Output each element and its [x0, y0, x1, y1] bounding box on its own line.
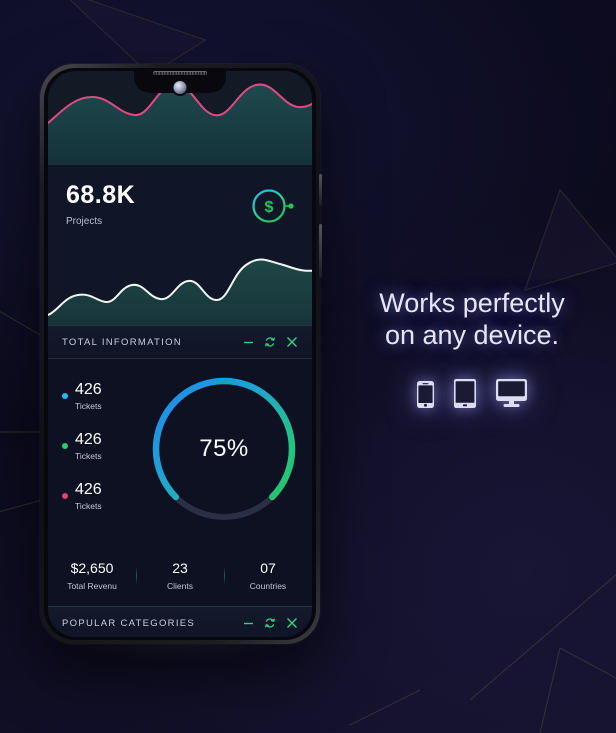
top-trend-chart	[48, 71, 312, 165]
legend-label: Tickets	[75, 401, 102, 411]
panel-controls-total	[243, 336, 298, 348]
stat-value: 07	[260, 559, 276, 576]
earpiece-speaker-icon	[153, 71, 207, 75]
phone-device-icon	[417, 381, 434, 409]
phone-power-button[interactable]	[319, 174, 322, 206]
donut-center-value: 75%	[199, 435, 249, 462]
refresh-icon[interactable]	[264, 336, 276, 348]
close-icon[interactable]	[286, 336, 298, 348]
headline-line-2: on any device.	[384, 319, 560, 350]
list-item: 426 Tickets	[62, 481, 102, 511]
stat-value: $2,650	[70, 559, 114, 576]
summary-stats-row: $2,650 Total Revenu 23 Clients 07 Countr…	[48, 544, 312, 606]
legend-value: 426	[75, 431, 102, 448]
legend-value: 426	[75, 381, 102, 398]
panel-header-total-information: TOTAL INFORMATION	[48, 325, 312, 359]
panel-title-total-information: TOTAL INFORMATION	[62, 336, 182, 348]
panel-controls-popular	[243, 617, 298, 629]
stat-label: Countries	[249, 580, 287, 591]
legend-dot-icon	[62, 443, 68, 449]
legend-dot-icon	[62, 493, 68, 499]
dollar-badge-icon[interactable]: $	[250, 187, 294, 225]
phone-mockup: 68.8K Projects $ TOTAL INFORMATION 426 T…	[40, 64, 322, 644]
device-icons-row	[352, 379, 592, 409]
phone-bezel: 68.8K Projects $ TOTAL INFORMATION 426 T…	[44, 68, 316, 640]
desktop-device-icon	[496, 379, 527, 408]
stat-label: Total Revenu	[67, 580, 117, 591]
donut-legend: 426 Tickets 426 Tickets 426 Tickets	[62, 381, 102, 511]
panel-header-popular-categories: POPULAR CATEGORIES	[48, 606, 312, 637]
refresh-icon[interactable]	[264, 617, 276, 629]
minimize-icon[interactable]	[243, 337, 254, 348]
legend-label: Tickets	[75, 501, 102, 511]
list-item: 426 Tickets	[62, 381, 102, 411]
minimize-icon[interactable]	[243, 618, 254, 629]
stat-value: 23	[172, 559, 188, 576]
legend-dot-icon	[62, 393, 68, 399]
promo-block: Works perfectly on any device.	[352, 288, 592, 409]
donut-progress-ring: 75%	[144, 369, 304, 529]
svg-text:$: $	[265, 199, 274, 216]
panel-body: 426 Tickets 426 Tickets 426 Tickets 75% …	[48, 359, 312, 606]
list-item: 426 Tickets	[62, 431, 102, 461]
projects-area-chart	[48, 253, 312, 325]
front-camera-icon	[173, 81, 187, 94]
phone-volume-button[interactable]	[319, 224, 322, 278]
hero-stat-block: 68.8K Projects $	[48, 165, 312, 253]
phone-screen: 68.8K Projects $ TOTAL INFORMATION 426 T…	[48, 71, 312, 637]
page-title: Works perfectly on any device.	[352, 288, 592, 351]
legend-label: Tickets	[75, 451, 102, 461]
stat-clients: 23 Clients	[136, 560, 224, 591]
panel-title-popular-categories: POPULAR CATEGORIES	[62, 617, 196, 629]
legend-value: 426	[75, 481, 102, 498]
stat-total-revenue: $2,650 Total Revenu	[48, 560, 136, 591]
headline-line-1: Works perfectly	[379, 288, 565, 318]
donut-chart-block: 426 Tickets 426 Tickets 426 Tickets 75%	[48, 359, 312, 544]
stat-label: Clients	[167, 580, 193, 591]
tablet-device-icon	[454, 379, 476, 409]
stat-countries: 07 Countries	[224, 560, 312, 591]
close-icon[interactable]	[286, 617, 298, 629]
